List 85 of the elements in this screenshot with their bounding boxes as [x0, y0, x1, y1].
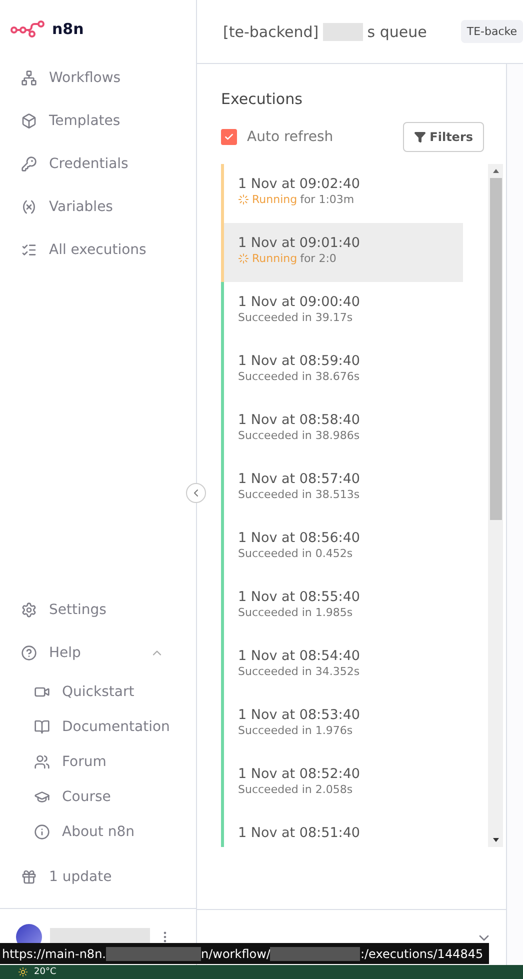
info-icon	[34, 824, 50, 840]
help-item[interactable]: Course	[0, 779, 196, 814]
nav-item[interactable]: Workflows	[0, 56, 196, 99]
checklist-icon	[21, 242, 37, 258]
weather-text: 20°C	[34, 968, 56, 976]
key-icon	[21, 156, 37, 172]
status-text: Succeeded in 1.985s	[238, 606, 353, 619]
execution-time: 1 Nov at 08:55:40	[238, 589, 362, 605]
status-text: Succeeded in 34.352s	[238, 665, 360, 678]
logo-text: n8n	[52, 20, 84, 38]
status-text: Succeeded in 0.452s	[238, 547, 353, 560]
checkbox-label: Auto refresh	[247, 129, 334, 145]
execution-time: 1 Nov at 09:01:40	[238, 235, 362, 251]
status-text: Succeeded in 38.513s	[238, 488, 360, 501]
nav-label: 1 update	[49, 868, 112, 884]
update-item[interactable]: 1 update	[0, 855, 196, 898]
help-icon	[21, 644, 37, 660]
status-text: Succeeded in 39.17s	[238, 311, 353, 324]
panel-title: Executions	[220, 89, 304, 108]
workflow-title: s queue	[367, 22, 427, 40]
execution-time: 1 Nov at 08:56:40	[238, 530, 362, 546]
nav-label: About n8n	[62, 824, 134, 840]
gift-icon	[21, 868, 37, 884]
status-text: Running	[252, 193, 298, 206]
variable-icon	[21, 198, 37, 214]
nav-item[interactable]: Templates	[0, 99, 196, 142]
help-item[interactable]: About n8n	[0, 814, 196, 849]
status-text: Succeeded in 1.976s	[238, 724, 353, 737]
network-icon	[21, 70, 37, 86]
spinner-icon	[238, 253, 249, 264]
execution-time: 1 Nov at 08:59:40	[238, 353, 362, 369]
nav-label: Settings	[49, 602, 106, 618]
filter-icon	[414, 131, 426, 143]
url-text: https://main-n8n.	[2, 946, 106, 960]
status-text: Succeeded in 38.986s	[238, 429, 360, 442]
nav-item[interactable]: Credentials	[0, 142, 196, 185]
box-icon	[21, 112, 37, 128]
scrollbar[interactable]	[488, 164, 503, 847]
nav-label: Credentials	[49, 156, 128, 172]
execution-time: 1 Nov at 09:02:40	[238, 176, 362, 192]
nav-label: All executions	[49, 242, 146, 258]
nav-label: Workflows	[49, 70, 121, 86]
execution-time: 1 Nov at 08:54:40	[238, 648, 362, 664]
graduation-cap-icon	[34, 788, 50, 804]
book-icon	[34, 718, 50, 734]
nav-item[interactable]: Settings	[0, 588, 196, 631]
nav-item[interactable]: All executions	[0, 228, 196, 271]
filters-button[interactable]: Filters	[402, 122, 484, 152]
execution-item[interactable]: 1 Nov at 09:01:40 Running for 2:0	[221, 223, 463, 282]
nav-label: Help	[49, 644, 81, 660]
execution-time: 1 Nov at 09:00:40	[238, 294, 362, 310]
auto-refresh-checkbox[interactable]	[221, 129, 237, 145]
status-text: Succeeded in 2.058s	[238, 783, 353, 796]
collapse-button[interactable]	[186, 483, 206, 503]
spinner-icon	[238, 194, 249, 205]
nav-label: Course	[62, 788, 111, 804]
url-text: :/executions/144845	[360, 946, 484, 960]
help-item[interactable]: Quickstart	[0, 674, 196, 709]
nav-label: Variables	[49, 198, 113, 214]
redacted-text	[322, 22, 364, 40]
url-text: n/workflow/	[201, 946, 270, 960]
help-item[interactable]: Documentation	[0, 709, 196, 744]
execution-time: 1 Nov at 08:57:40	[238, 471, 362, 487]
tag[interactable]: TE-backe	[460, 20, 523, 43]
duration-text: for 2:0	[300, 252, 336, 265]
nav-label: Forum	[62, 754, 106, 770]
sun-icon	[18, 967, 28, 977]
duration-text: for 1:03m	[300, 193, 354, 206]
execution-time: 1 Nov at 08:52:40	[238, 766, 362, 782]
execution-time: 1 Nov at 08:53:40	[238, 707, 362, 723]
nav-label: Quickstart	[62, 684, 134, 700]
status-text: Running	[252, 252, 298, 265]
nav-item[interactable]: Variables	[0, 185, 196, 228]
logo-icon	[10, 20, 46, 38]
nav-label: Templates	[49, 112, 120, 128]
settings-icon	[21, 602, 37, 618]
execution-time: 1 Nov at 08:51:40	[238, 825, 362, 841]
status-text: Succeeded in 38.676s	[238, 370, 360, 383]
check-icon	[224, 132, 234, 142]
help-item[interactable]: Forum	[0, 744, 196, 779]
help-menu[interactable]: Help	[0, 631, 196, 674]
nav-label: Documentation	[62, 718, 170, 734]
users-icon	[34, 754, 50, 770]
execution-time: 1 Nov at 08:58:40	[238, 412, 362, 428]
workflow-title: [te-backend]	[223, 22, 319, 40]
